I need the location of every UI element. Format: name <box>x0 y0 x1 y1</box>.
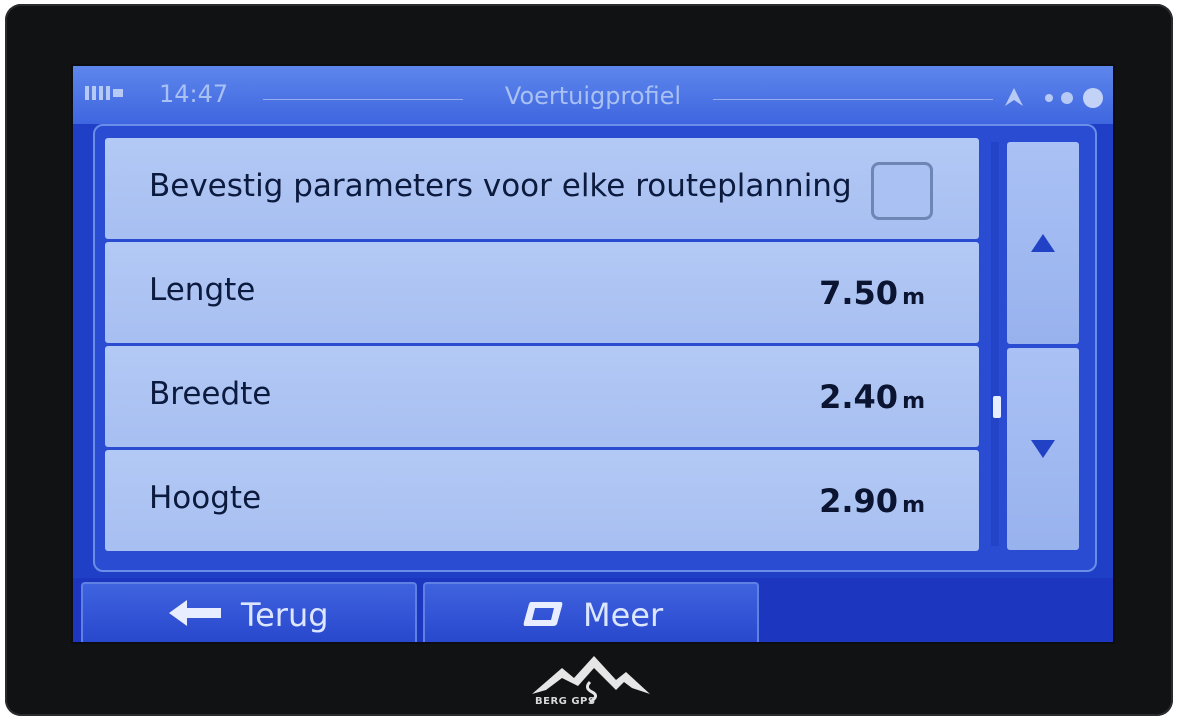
status-bar: 14:47 Voertuigprofiel <box>73 66 1113 124</box>
title-divider-left <box>263 99 463 100</box>
more-button[interactable]: Meer <box>423 582 759 642</box>
scrollbar-track[interactable] <box>991 142 999 546</box>
clock: 14:47 <box>159 80 229 108</box>
height-value: 2.90 m <box>819 482 925 520</box>
back-arrow-icon <box>169 600 221 626</box>
list-item-height[interactable]: Hoogte 2.90 m <box>105 450 979 551</box>
height-label: Hoogte <box>149 480 262 516</box>
screen: 14:47 Voertuigprofiel Bevestig parameter… <box>71 64 1115 644</box>
more-button-label: Meer <box>583 596 664 634</box>
signal-icon <box>85 86 123 100</box>
scroll-up-button[interactable] <box>1007 142 1079 344</box>
gps-device: 14:47 Voertuigprofiel Bevestig parameter… <box>5 4 1173 716</box>
scrollbar-thumb[interactable] <box>993 396 1001 418</box>
width-value: 2.40 m <box>819 378 925 416</box>
scroll-down-button[interactable] <box>1007 348 1079 550</box>
length-number: 7.50 <box>819 274 899 312</box>
list-item-width[interactable]: Breedte 2.40 m <box>105 346 979 447</box>
screen-title: Voertuigprofiel <box>504 82 682 110</box>
width-number: 2.40 <box>819 378 899 416</box>
width-unit: m <box>902 389 925 414</box>
brand-logo-text: BERG GPS <box>535 696 596 707</box>
settings-list-panel: Bevestig parameters voor elke routeplann… <box>93 124 1097 572</box>
length-unit: m <box>902 285 925 310</box>
height-number: 2.90 <box>819 482 899 520</box>
length-value: 7.50 m <box>819 274 925 312</box>
gps-icon <box>1005 88 1023 106</box>
settings-list: Bevestig parameters voor elke routeplann… <box>105 138 979 551</box>
list-item-length[interactable]: Lengte 7.50 m <box>105 242 979 343</box>
scroll-down-icon <box>1031 440 1055 458</box>
status-dots-icon <box>1045 88 1103 108</box>
list-item-confirm-parameters[interactable]: Bevestig parameters voor elke routeplann… <box>105 138 979 239</box>
back-button[interactable]: Terug <box>81 582 417 642</box>
height-unit: m <box>902 493 925 518</box>
length-label: Lengte <box>149 272 256 308</box>
back-button-label: Terug <box>241 596 329 634</box>
title-divider-right <box>713 99 993 100</box>
bottom-bar: Terug Meer <box>73 578 1113 642</box>
scroll-up-icon <box>1031 234 1055 252</box>
confirm-parameters-checkbox[interactable] <box>871 162 933 220</box>
confirm-parameters-label: Bevestig parameters voor elke routeplann… <box>149 168 852 204</box>
more-icon <box>523 602 563 626</box>
width-label: Breedte <box>149 376 272 412</box>
